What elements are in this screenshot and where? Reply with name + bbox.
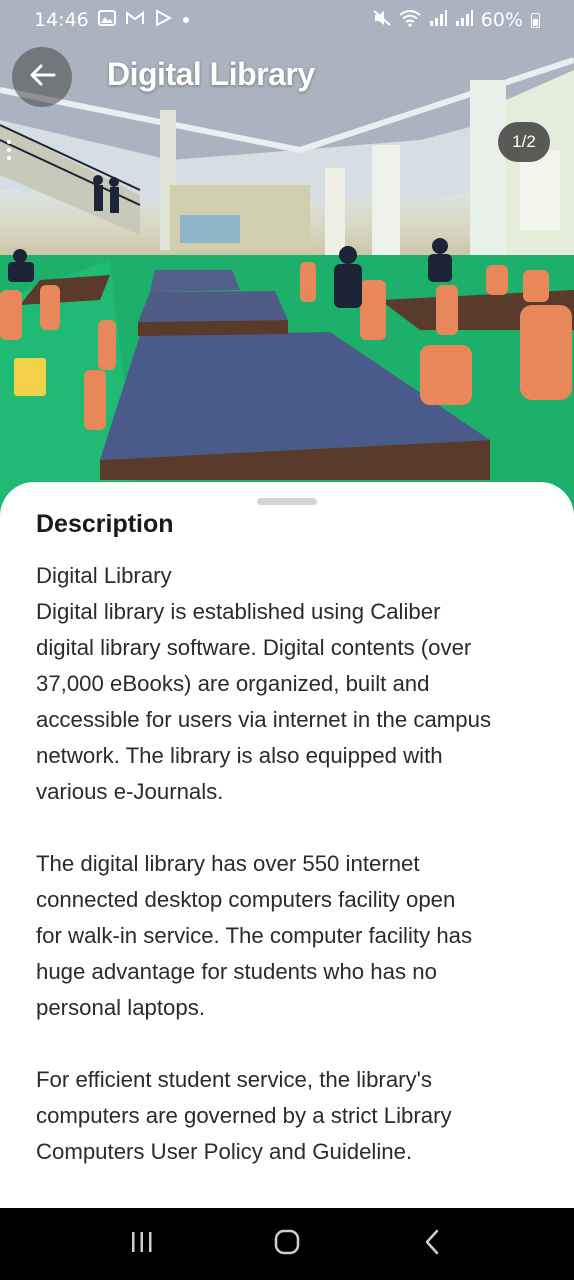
play-store-icon — [154, 8, 172, 32]
description-line: accessible for users via internet in the… — [36, 707, 492, 732]
back-button[interactable] — [12, 47, 72, 107]
description-line: huge advantage for students who has no — [36, 959, 437, 984]
description-line: Computers User Policy and Guideline. — [36, 1139, 413, 1164]
drag-handle[interactable] — [257, 498, 317, 505]
description-line: digital library software. Digital conten… — [36, 635, 472, 660]
signal-icon — [429, 9, 447, 31]
description-line: computers are governed by a strict Libra… — [36, 1103, 452, 1128]
back-icon — [422, 1228, 442, 1260]
description-paragraph-2: The digital library has over 550 interne… — [36, 846, 542, 1026]
description-paragraph-1: Digital Library Digital library is estab… — [36, 558, 542, 810]
wifi-icon — [399, 9, 421, 32]
description-sheet[interactable]: Description Digital Library Digital libr… — [0, 482, 574, 1208]
arrow-left-icon — [28, 63, 56, 91]
page-title: Digital Library — [107, 56, 315, 92]
home-icon — [273, 1228, 301, 1260]
gallery-icon — [97, 9, 116, 31]
image-page-counter: 1/2 — [498, 122, 550, 162]
description-line: 37,000 eBooks) are organized, built and — [36, 671, 430, 696]
description-line: For efficient student service, the libra… — [36, 1067, 432, 1092]
system-nav-bar — [0, 1208, 574, 1280]
system-back-button[interactable] — [402, 1214, 462, 1274]
notification-dot-icon — [182, 17, 189, 23]
description-line: various e-Journals. — [36, 779, 224, 804]
description-line: Digital library is established using Cal… — [36, 599, 441, 624]
description-line: network. The library is also equipped wi… — [36, 743, 443, 768]
battery-icon — [531, 12, 540, 28]
gmail-icon — [125, 9, 145, 31]
description-line: for walk-in service. The computer facili… — [36, 923, 473, 948]
status-bar: 14:46 60% — [0, 0, 574, 40]
status-time: 14:46 — [34, 9, 89, 31]
home-button[interactable] — [257, 1214, 317, 1274]
status-left: 14:46 — [34, 8, 189, 32]
description-line: The digital library has over 550 interne… — [36, 851, 420, 876]
description-paragraph-3: For efficient student service, the libra… — [36, 1062, 542, 1170]
description-heading: Description — [36, 510, 174, 538]
recents-button[interactable] — [112, 1214, 172, 1274]
recents-icon — [129, 1230, 155, 1258]
battery-percent: 60% — [480, 9, 523, 31]
description-body: Digital Library Digital library is estab… — [36, 558, 542, 1206]
signal-icon-2 — [455, 9, 473, 31]
description-line: Digital Library — [36, 563, 172, 588]
description-line: connected desktop computers facility ope… — [36, 887, 456, 912]
status-right: 60% — [373, 9, 540, 32]
description-line: personal laptops. — [36, 995, 205, 1020]
mute-icon — [373, 9, 391, 31]
overflow-handle-icon[interactable] — [7, 140, 13, 164]
